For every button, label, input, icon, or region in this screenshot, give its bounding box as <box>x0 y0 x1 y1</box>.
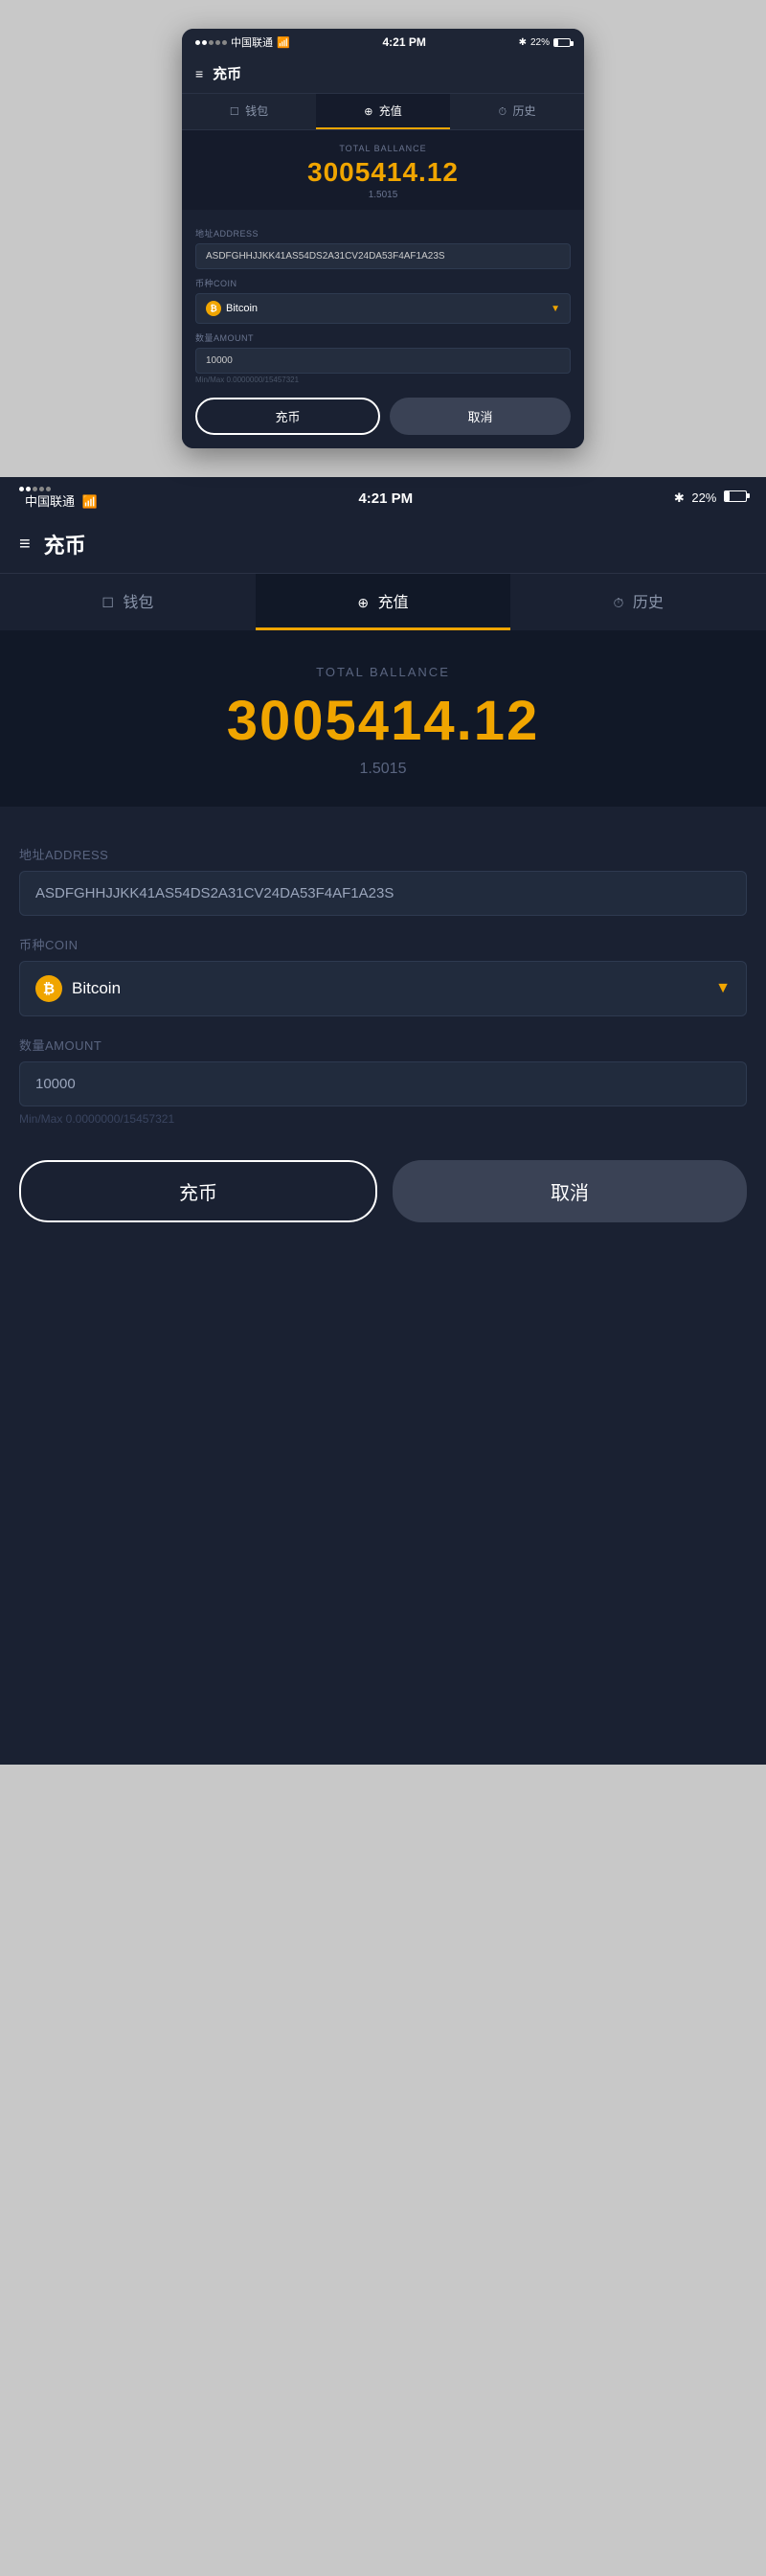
app-title-small: 充币 <box>213 63 241 83</box>
balance-section-small: TOTAL BALLANCE 3005414.12 1.5015 <box>182 130 584 210</box>
charge-button-small[interactable]: 充币 <box>195 398 380 435</box>
carrier-small: 中国联通 <box>231 34 273 50</box>
coin-value-small: Bitcoin <box>226 303 258 314</box>
status-bar-small: 中国联通 📶 4:21 PM ✱ 22% <box>182 29 584 56</box>
tab-history-label-full: 历史 <box>633 595 664 611</box>
form-section-small: 地址ADDRESS ASDFGHHJJKK41AS54DS2A31CV24DA5… <box>182 210 584 448</box>
signal-dots-small <box>195 40 227 45</box>
tab-recharge-full[interactable]: ⊕ 充值 <box>256 574 511 630</box>
address-label-full: 地址ADDRESS <box>19 845 747 863</box>
status-right-small: ✱ 22% <box>519 37 571 48</box>
balance-section-full: TOTAL BALLANCE 3005414.12 1.5015 <box>0 630 766 807</box>
tab-wallet-label-small: 钱包 <box>245 104 268 118</box>
hamburger-icon-full[interactable]: ≡ <box>19 534 31 556</box>
bitcoin-icon-full: ₿ <box>35 975 62 1002</box>
wallet-icon-small: ☐ <box>230 106 239 118</box>
battery-icon-small <box>553 38 571 47</box>
wifi-icon-full: 📶 <box>82 494 98 509</box>
fdot3 <box>33 487 37 491</box>
chevron-down-icon-small: ▼ <box>551 304 560 314</box>
balance-sub-full: 1.5015 <box>19 761 747 778</box>
buttons-full: 充币 取消 <box>19 1160 747 1242</box>
balance-amount-full: 3005414.12 <box>19 689 747 753</box>
history-icon-small: ⏱ <box>499 106 507 118</box>
signal-dots-full <box>19 487 98 491</box>
fdot4 <box>39 487 44 491</box>
battery-icon-full <box>724 490 747 502</box>
status-right-full: ✱ 22% <box>674 490 747 506</box>
full-section: 中国联通 📶 4:21 PM ✱ 22% ≡ 充币 ☐ 钱包 <box>0 477 766 1765</box>
coin-select-small[interactable]: ₿ Bitcoin ▼ <box>195 293 571 324</box>
phone-card-small: 中国联通 📶 4:21 PM ✱ 22% ≡ 充币 ☐ 钱包 ⊕ 充值 <box>182 29 584 448</box>
tabs-small: ☐ 钱包 ⊕ 充值 ⏱ 历史 <box>182 94 584 130</box>
cancel-button-small[interactable]: 取消 <box>390 398 571 435</box>
amount-label-small: 数量AMOUNT <box>195 331 571 344</box>
fdot2 <box>26 487 31 491</box>
fdot1 <box>19 487 24 491</box>
dot5 <box>222 40 227 45</box>
amount-hint-full: Min/Max 0.0000000/15457321 <box>19 1112 747 1126</box>
time-small: 4:21 PM <box>382 35 425 49</box>
balance-label-full: TOTAL BALLANCE <box>19 665 747 679</box>
recharge-icon-small: ⊕ <box>364 106 372 118</box>
balance-label-small: TOTAL BALLANCE <box>192 144 574 153</box>
battery-pct-full: 22% <box>691 490 716 505</box>
chevron-down-icon-full: ▼ <box>715 980 731 997</box>
bluetooth-icon-full: ✱ <box>674 490 685 505</box>
phone-full: 中国联通 📶 4:21 PM ✱ 22% ≡ 充币 ☐ 钱包 <box>0 477 766 1765</box>
coin-value-full: Bitcoin <box>72 979 121 998</box>
carrier-full: 中国联通 <box>25 494 75 509</box>
tab-history-label-small: 历史 <box>512 104 535 118</box>
cancel-button-full[interactable]: 取消 <box>393 1160 747 1222</box>
fdot5 <box>46 487 51 491</box>
status-left-small: 中国联通 📶 <box>195 34 290 50</box>
address-input-full[interactable]: ASDFGHHJJKK41AS54DS2A31CV24DA53F4AF1A23S <box>19 871 747 916</box>
battery-pct-small: 22% <box>530 37 550 48</box>
tab-wallet-full[interactable]: ☐ 钱包 <box>0 574 256 630</box>
address-label-small: 地址ADDRESS <box>195 227 571 239</box>
dot4 <box>215 40 220 45</box>
tab-recharge-small[interactable]: ⊕ 充值 <box>316 94 450 129</box>
amount-label-full: 数量AMOUNT <box>19 1036 747 1054</box>
tab-wallet-label-full: 钱包 <box>123 595 153 611</box>
app-header-small: ≡ 充币 <box>182 56 584 94</box>
charge-button-full[interactable]: 充币 <box>19 1160 377 1222</box>
tab-recharge-label-small: 充值 <box>379 104 402 118</box>
app-header-full: ≡ 充币 <box>0 519 766 574</box>
bitcoin-icon-small: ₿ <box>206 301 221 316</box>
preview-section: 中国联通 📶 4:21 PM ✱ 22% ≡ 充币 ☐ 钱包 ⊕ 充值 <box>0 0 766 477</box>
tab-recharge-label-full: 充值 <box>378 595 409 611</box>
tab-wallet-small[interactable]: ☐ 钱包 <box>182 94 316 129</box>
wallet-icon-full: ☐ <box>101 595 114 610</box>
coin-label-small: 币种COIN <box>195 277 571 289</box>
amount-input-small[interactable]: 10000 <box>195 348 571 374</box>
tab-history-full[interactable]: ⏱ 历史 <box>510 574 766 630</box>
amount-hint-small: Min/Max 0.0000000/15457321 <box>195 376 571 384</box>
wifi-icon-small: 📶 <box>277 36 290 49</box>
dot1 <box>195 40 200 45</box>
coin-select-full[interactable]: ₿ Bitcoin ▼ <box>19 961 747 1016</box>
app-title-full: 充币 <box>44 529 86 559</box>
tab-history-small[interactable]: ⏱ 历史 <box>450 94 584 129</box>
address-input-small[interactable]: ASDFGHHJJKK41AS54DS2A31CV24DA53F4AF1A23S <box>195 243 571 269</box>
dot2 <box>202 40 207 45</box>
recharge-icon-full: ⊕ <box>357 595 369 610</box>
tabs-full: ☐ 钱包 ⊕ 充值 ⏱ 历史 <box>0 574 766 630</box>
status-bar-full: 中国联通 📶 4:21 PM ✱ 22% <box>0 477 766 519</box>
time-full: 4:21 PM <box>358 490 413 507</box>
dot3 <box>209 40 214 45</box>
form-section-full: 地址ADDRESS ASDFGHHJJKK41AS54DS2A31CV24DA5… <box>0 807 766 1270</box>
amount-input-full[interactable]: 10000 <box>19 1061 747 1106</box>
bluetooth-icon-small: ✱ <box>519 37 527 48</box>
history-icon-full: ⏱ <box>613 595 623 610</box>
balance-sub-small: 1.5015 <box>192 190 574 200</box>
status-left-full: 中国联通 📶 <box>19 487 98 510</box>
coin-label-full: 币种COIN <box>19 935 747 953</box>
balance-amount-small: 3005414.12 <box>192 157 574 188</box>
hamburger-icon-small[interactable]: ≡ <box>195 66 203 81</box>
buttons-small: 充币 取消 <box>195 398 571 435</box>
